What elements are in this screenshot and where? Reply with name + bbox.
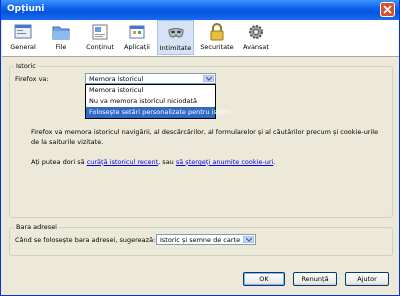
privacy-mask-icon [167,28,184,38]
help-button[interactable]: Ajutor [345,272,389,286]
general-icon [14,24,32,39]
lock-icon [210,23,224,41]
clear-history-line: Ați putea dori să curăță istoricul recen… [31,157,381,167]
clear-middle: , sau [158,158,176,166]
history-mode-select[interactable]: Memora istoricul [85,73,216,84]
tab-security-label: Securitate [200,43,234,51]
content-icon [92,24,108,40]
tab-applications[interactable]: Aplicații [120,20,154,55]
clear-prefix: Ați putea dori să [31,158,87,166]
tab-applications-label: Aplicații [124,43,150,51]
tab-general-label: General [10,43,36,51]
history-option-never[interactable]: Nu va memora istoricul niciodată [86,96,215,107]
tab-privacy[interactable]: Intimitate [157,20,194,55]
tab-advanced[interactable]: Avansat [239,20,273,55]
tab-advanced-label: Avansat [243,43,269,51]
close-icon [383,5,392,14]
location-bar-suggest-value: Istoric și semne de carte [160,236,241,244]
tab-file[interactable]: File [46,20,76,55]
chevron-down-icon[interactable] [243,236,254,243]
window-title: Opțiuni [7,4,45,14]
history-option-remember[interactable]: Memora istoricul [86,85,215,96]
file-icon [52,26,70,40]
history-option-custom[interactable]: Folosește setări personalizate pentru is… [86,107,231,118]
applications-icon [129,25,145,39]
tab-security[interactable]: Securitate [198,20,236,55]
history-mode-dropdown: Memora istoricul Nu va memora istoricul … [85,84,231,119]
ok-button[interactable]: OK [243,272,285,286]
history-description: Firefox va memora istoricul navigării, a… [31,128,379,146]
history-mode-value: Memora istoricul [89,75,144,83]
location-bar-legend: Bara adresei [14,223,59,231]
tab-file-label: File [55,43,67,51]
tab-general[interactable]: General [8,20,38,55]
location-bar-suggest-select[interactable]: Istoric și semne de carte [156,234,256,245]
cancel-button[interactable]: Renunță [293,272,337,286]
title-bar[interactable]: Opțiuni [1,0,399,20]
tab-content[interactable]: Conținut [82,20,118,55]
clear-suffix: . [273,158,276,166]
tab-privacy-label: Intimitate [159,44,192,52]
chevron-down-icon[interactable] [203,75,214,82]
category-toolbar: General File Conținut Aplicații Intimita… [2,20,399,57]
remove-cookies-link[interactable]: să ștergeți anumite cookie-uri [176,158,274,166]
tab-content-label: Conținut [86,43,114,51]
history-legend: Istoric [14,62,38,70]
close-button[interactable] [380,2,395,17]
gear-icon [249,25,263,39]
options-dialog: Opțiuni General File Conținut Aplicații … [0,0,400,296]
clear-recent-history-link[interactable]: curăță istoricul recent [87,158,158,166]
location-bar-suggest-label: Când se folosește bara adresei, sugereaz… [15,236,156,244]
firefox-will-label: Firefox va: [15,75,49,83]
